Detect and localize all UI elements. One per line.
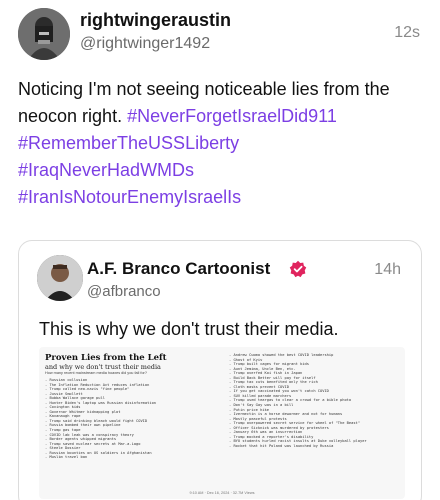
media-subtitle: and why we don't trust their media: [45, 363, 161, 371]
media-right-list: - Andrew Cuomo showed the best COVID lea…: [229, 353, 401, 448]
media-footer: 9:10 AM · Dec 16, 2024 · 32.7M Views: [189, 491, 255, 495]
media-left-list: - Russian collusion - The Inflation Reduc…: [45, 378, 225, 460]
timestamp[interactable]: 12s: [394, 24, 420, 42]
verified-badge-icon: [289, 260, 307, 278]
hashtag-link[interactable]: #IranIsNotourEnemyIsraelIs: [18, 184, 428, 211]
media-left-column: Proven Lies from the Left and why we don…: [45, 353, 225, 460]
media-question: How many recent mainstream media hoaxes …: [45, 371, 147, 375]
media-list-item: - Muslim travel ban: [45, 455, 88, 460]
display-name[interactable]: rightwingeraustin: [80, 10, 231, 31]
attached-image[interactable]: Proven Lies from the Left and why we don…: [39, 347, 405, 499]
post-body: Noticing I'm not seeing noticeable lies …: [18, 76, 428, 211]
hashtag-link[interactable]: #RememberTheUSSLiberty: [18, 130, 428, 157]
hashtag-link[interactable]: #NeverForgetIsraelDid911: [127, 106, 337, 126]
media-title: Proven Lies from the Left: [45, 353, 167, 363]
quoted-timestamp[interactable]: 14h: [374, 261, 401, 279]
quoted-post[interactable]: A.F. Branco Cartoonist @afbranco 14h Thi…: [18, 240, 422, 500]
avatar[interactable]: [18, 8, 70, 60]
media-right-column: - Andrew Cuomo showed the best COVID lea…: [229, 353, 401, 448]
quoted-handle[interactable]: @afbranco: [87, 283, 161, 300]
quoted-text: This is why we don't trust their media.: [39, 319, 339, 339]
handle[interactable]: @rightwinger1492: [80, 35, 210, 53]
post: rightwingeraustin @rightwinger1492 12s N…: [0, 0, 440, 500]
hashtag-link[interactable]: #IraqNeverHadWMDs: [18, 157, 428, 184]
media-list-item: - Rocket that hit Poland was launched by…: [229, 443, 334, 448]
quoted-avatar[interactable]: [37, 255, 83, 301]
quoted-display-name[interactable]: A.F. Branco Cartoonist: [87, 259, 270, 279]
